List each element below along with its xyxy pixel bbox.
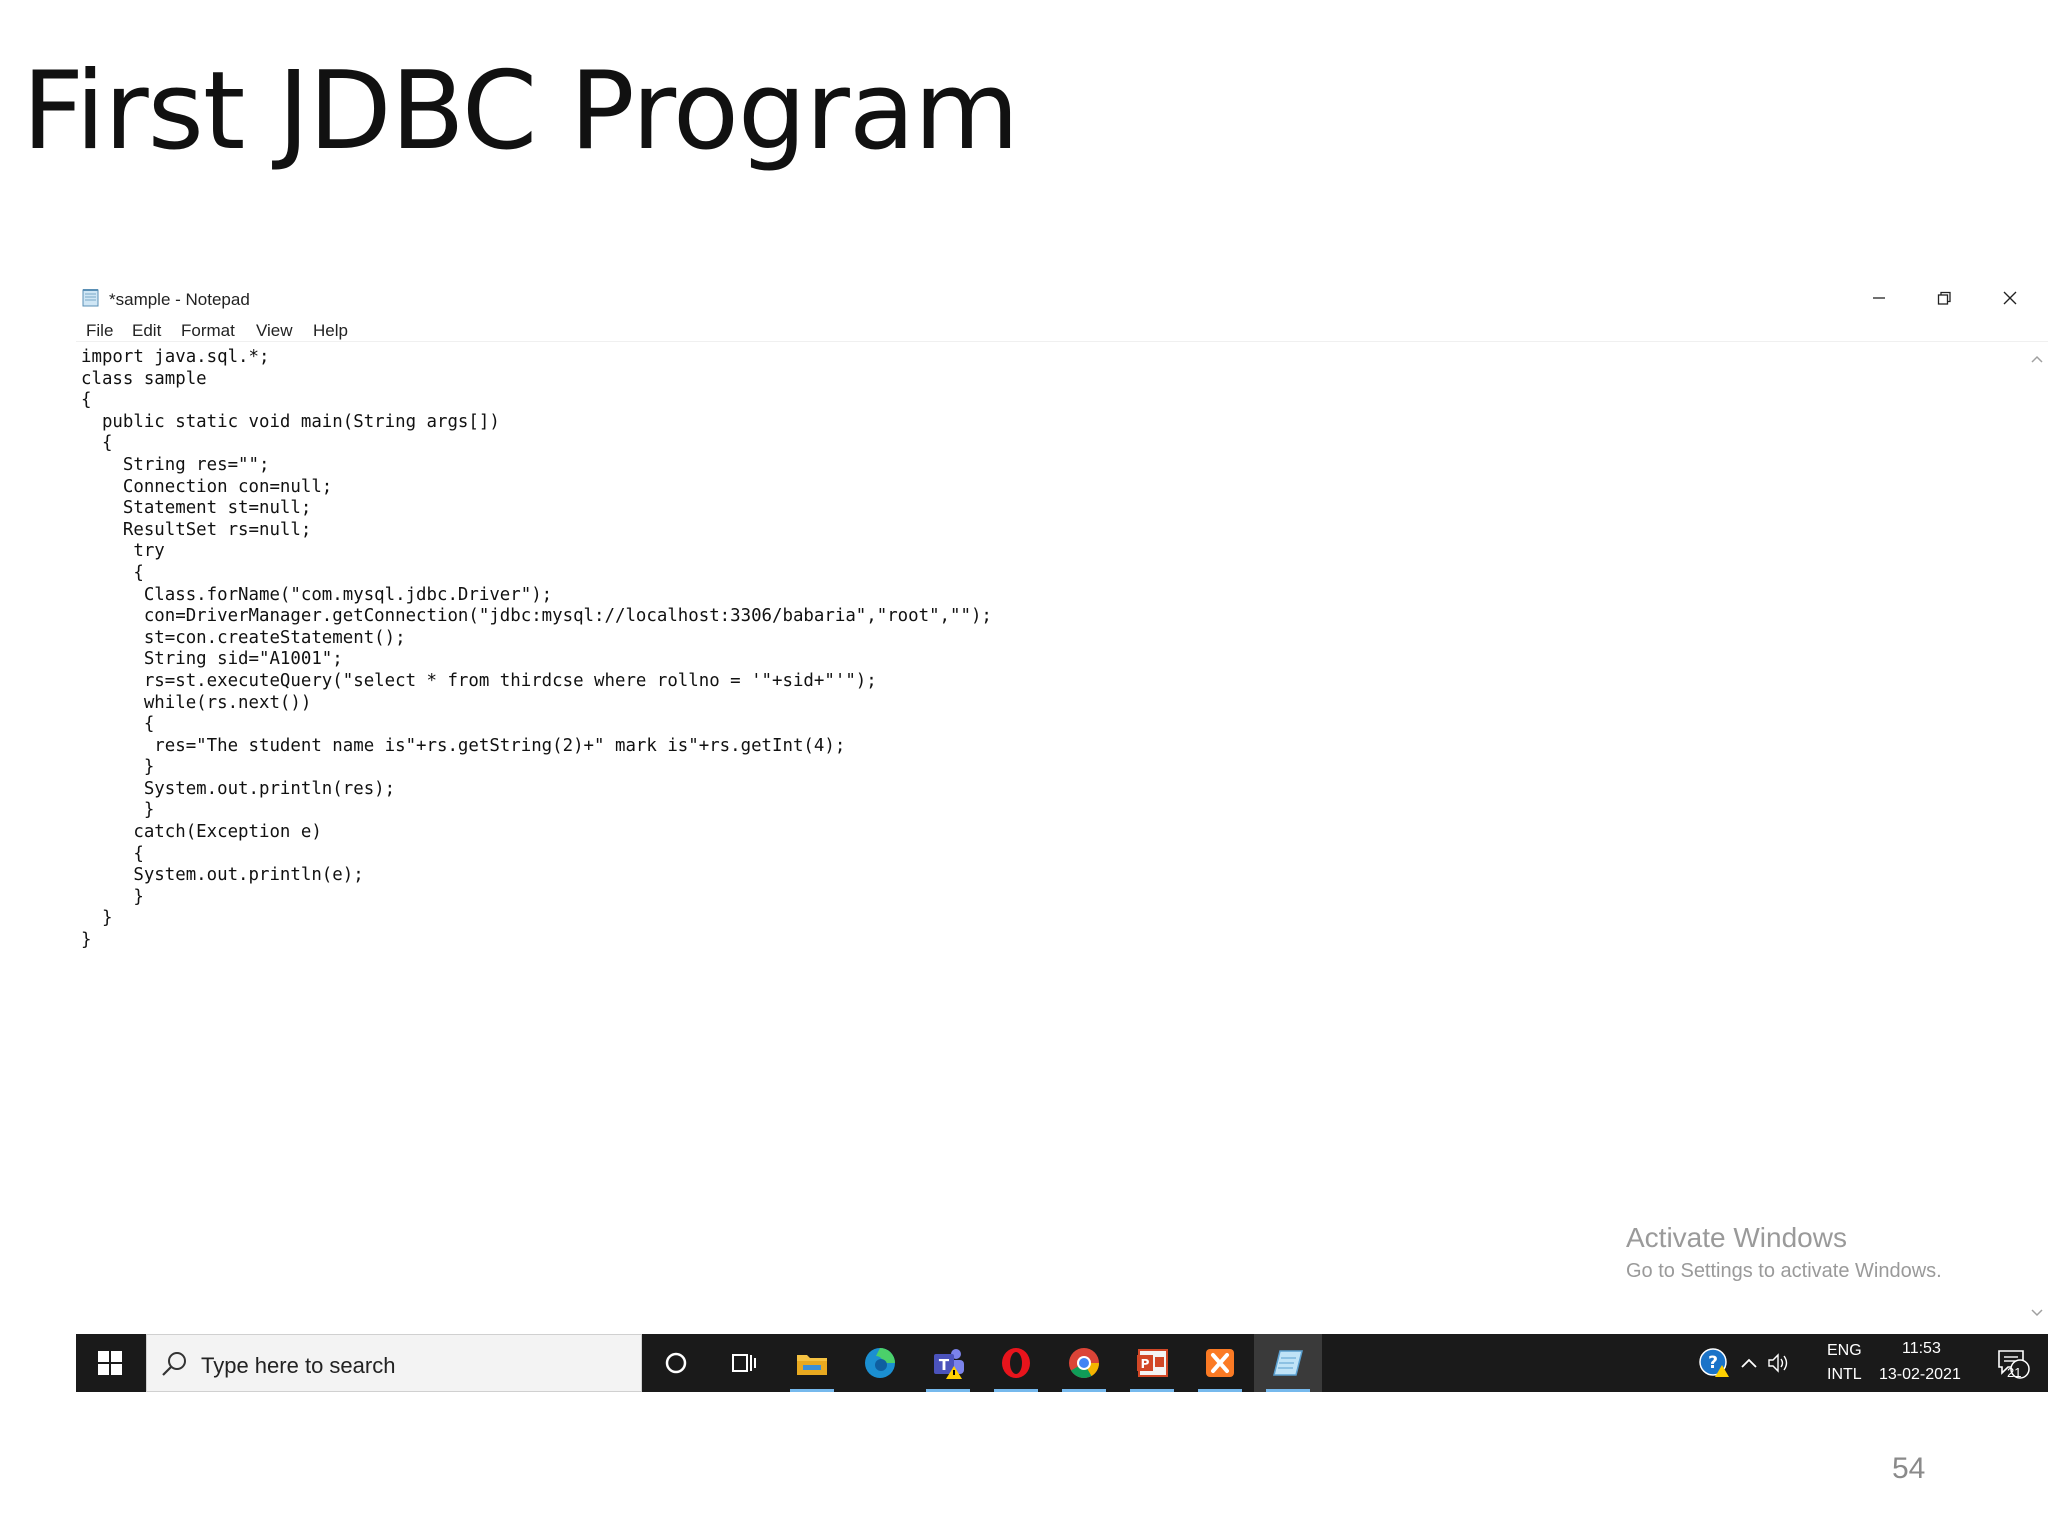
notepad-button[interactable] — [1254, 1334, 1322, 1392]
start-button[interactable] — [76, 1334, 144, 1392]
notepad-icon — [1273, 1350, 1303, 1376]
powerpoint-icon: P — [1137, 1349, 1168, 1377]
file-explorer-button[interactable] — [778, 1334, 846, 1392]
xampp-icon — [1206, 1349, 1234, 1377]
notepad-screenshot: *sample - Notepad File Edit Format View … — [76, 280, 2048, 1393]
scroll-down-icon[interactable] — [2031, 1308, 2043, 1318]
code-editor[interactable]: import java.sql.*; class sample { public… — [81, 347, 2006, 1317]
taskbar-search[interactable]: Type here to search — [146, 1334, 642, 1392]
menu-bar: File Edit Format View Help — [76, 316, 2048, 342]
close-button[interactable] — [1985, 284, 2035, 312]
powerpoint-button[interactable]: P — [1118, 1334, 1186, 1392]
cortana-button[interactable] — [642, 1334, 710, 1392]
window-title: *sample - Notepad — [109, 290, 250, 309]
edge-button[interactable] — [846, 1334, 914, 1392]
show-hidden-icons-button[interactable] — [1734, 1334, 1764, 1392]
opera-button[interactable] — [982, 1334, 1050, 1392]
notepad-app-icon — [82, 289, 99, 307]
cortana-icon — [665, 1352, 687, 1374]
page-number: 54 — [1892, 1452, 1926, 1485]
activation-watermark: Activate Windows Go to Settings to activ… — [1626, 1222, 1942, 1283]
windows-logo-icon — [98, 1351, 122, 1375]
language-top[interactable]: ENG — [1827, 1342, 1862, 1360]
menu-format[interactable]: Format — [181, 321, 235, 341]
teams-button[interactable]: T — [914, 1334, 982, 1392]
svg-text:P: P — [1141, 1357, 1150, 1371]
search-placeholder: Type here to search — [201, 1353, 396, 1378]
restore-button[interactable] — [1919, 284, 1969, 312]
clock-date[interactable]: 13-02-2021 — [1879, 1366, 1961, 1384]
volume-icon — [1768, 1353, 1788, 1373]
watermark-title: Activate Windows — [1626, 1222, 1847, 1253]
notification-count: 21 — [2007, 1365, 2022, 1380]
chrome-button[interactable] — [1050, 1334, 1118, 1392]
chrome-running-indicator — [1062, 1389, 1106, 1392]
task-view-icon — [732, 1354, 756, 1372]
restore-icon — [1937, 291, 1951, 305]
minimize-button[interactable] — [1854, 284, 1904, 312]
vertical-scrollbar[interactable] — [2026, 346, 2048, 1326]
taskbar: Type here to search T P ? ENG INTL 11:53… — [76, 1334, 2048, 1392]
scroll-up-icon[interactable] — [2031, 354, 2043, 364]
clock-time[interactable]: 11:53 — [1902, 1340, 1941, 1358]
xampp-button[interactable] — [1186, 1334, 1254, 1392]
help-warning-icon: ? — [1699, 1348, 1729, 1377]
task-view-button[interactable] — [710, 1334, 778, 1392]
menu-edit[interactable]: Edit — [132, 321, 161, 341]
menu-help[interactable]: Help — [313, 321, 348, 341]
title-bar: *sample - Notepad — [76, 280, 2048, 316]
powerpoint-running-indicator — [1130, 1389, 1174, 1392]
edge-icon — [865, 1348, 895, 1378]
menu-file[interactable]: File — [86, 321, 113, 341]
teams-running-indicator — [926, 1389, 970, 1392]
search-icon — [162, 1352, 186, 1376]
minimize-icon — [1873, 297, 1885, 299]
watermark-subtitle: Go to Settings to activate Windows. — [1626, 1260, 1942, 1282]
file-explorer-icon — [797, 1355, 827, 1375]
chrome-icon — [1069, 1348, 1099, 1379]
opera-running-indicator — [994, 1389, 1038, 1392]
file-explorer-running-indicator — [790, 1389, 834, 1392]
notification-center-button[interactable]: 21 — [1988, 1334, 2038, 1392]
help-tray-button[interactable]: ? — [1694, 1334, 1734, 1392]
svg-text:T: T — [939, 1356, 950, 1374]
teams-icon: T — [934, 1349, 964, 1379]
xampp-running-indicator — [1198, 1389, 1242, 1392]
opera-icon — [1002, 1348, 1030, 1378]
volume-button[interactable] — [1764, 1334, 1794, 1392]
chevron-up-icon — [1741, 1358, 1757, 1368]
close-icon — [2003, 291, 2017, 305]
menu-view[interactable]: View — [256, 321, 293, 341]
slide-title: First JDBC Program — [22, 49, 1019, 174]
notepad-running-indicator — [1266, 1389, 1310, 1392]
svg-text:?: ? — [1708, 1353, 1718, 1373]
language-bottom[interactable]: INTL — [1827, 1366, 1862, 1384]
